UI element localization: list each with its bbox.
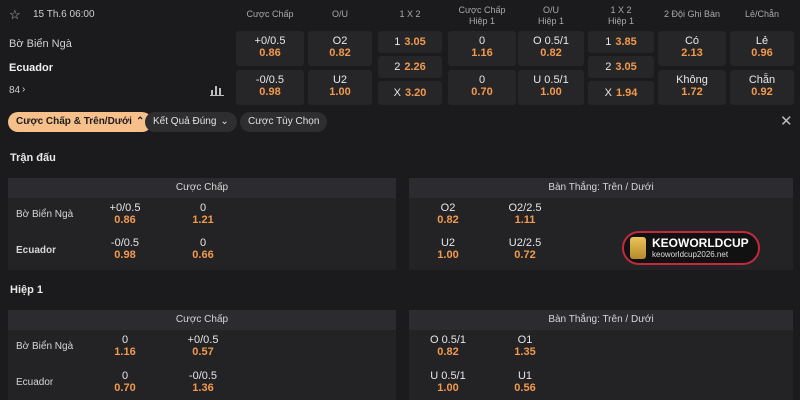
tab-custom-bet[interactable]: Cược Tùy Chọn	[240, 112, 328, 132]
more-markets-count[interactable]: 84	[9, 85, 20, 96]
odds-btts-yes[interactable]: Có 2.13	[658, 31, 726, 66]
odds-cell[interactable]: O1 1.35	[495, 334, 555, 358]
watermark-url: keoworldcup2026.net	[652, 249, 729, 259]
odds-cell[interactable]: 0 0.66	[173, 237, 233, 261]
col-handicap-h1: Cược Chấp Hiệp 1	[458, 5, 506, 26]
odds-cell[interactable]: 0 1.16	[95, 334, 155, 358]
col-oddeven: Lẻ/Chẵn	[744, 9, 780, 19]
odds-cell[interactable]: U1 0.56	[495, 370, 555, 394]
stats-icon[interactable]	[210, 84, 224, 96]
section-title-fulltime: Trận đấu	[10, 152, 56, 164]
away-team: Ecuador	[9, 62, 54, 74]
col-1x2-h1: 1 X 2 Hiệp 1	[607, 5, 634, 26]
odds-cell[interactable]: 0 0.70	[95, 370, 155, 394]
odds-cell[interactable]: U2 1.00	[418, 237, 478, 261]
odds-under-h1[interactable]: U 0.5/1 1.00	[518, 70, 584, 105]
col-1x2: 1 X 2	[399, 9, 421, 19]
chevron-down-icon: ⌄	[220, 116, 229, 127]
odds-cell[interactable]: -0/0.5 0.98	[95, 237, 155, 261]
odds-1x2-h1-draw[interactable]: X 1.94	[588, 81, 654, 105]
star-icon[interactable]: ☆	[9, 7, 21, 23]
odds-cell[interactable]: O2/2.5 1.11	[495, 202, 555, 226]
odds-cell[interactable]: -0/0.5 1.36	[173, 370, 233, 394]
panel-home-team: Bờ Biển Ngà	[16, 341, 74, 352]
panel-title: Cược Chấp	[8, 310, 396, 330]
odds-cell[interactable]: +0/0.5 0.86	[95, 202, 155, 226]
brand-watermark: KEOWORLDCUP keoworldcup2026.net	[622, 231, 760, 265]
odds-odd[interactable]: Lẻ 0.96	[730, 31, 794, 66]
odds-under[interactable]: U2 1.00	[308, 70, 372, 105]
odds-cell[interactable]: +0/0.5 0.57	[173, 334, 233, 358]
match-date: 15 Th.6 06:00	[33, 9, 95, 20]
chevron-right-icon[interactable]: ›	[22, 84, 25, 95]
odds-cell[interactable]: U 0.5/1 1.00	[418, 370, 478, 394]
odds-cell[interactable]: O2 0.82	[418, 202, 478, 226]
col-ou-h1: O/U Hiệp 1	[537, 5, 564, 26]
odds-1x2-draw[interactable]: X 3.20	[378, 81, 442, 105]
trophy-logo-icon	[630, 237, 646, 259]
odds-1x2-away[interactable]: 2 2.26	[378, 56, 442, 78]
odds-1x2-h1-away[interactable]: 2 3.05	[588, 56, 654, 78]
odds-handicap-home[interactable]: +0/0.5 0.86	[236, 31, 304, 66]
panel-handicap-half1: Cược Chấp Bờ Biển Ngà Ecuador 0 1.16 +0/0…	[8, 310, 396, 400]
odds-over-h1[interactable]: O 0.5/1 0.82	[518, 31, 584, 66]
col-handicap: Cược Chấp	[246, 9, 294, 19]
odds-1x2-home[interactable]: 1 3.05	[378, 31, 442, 53]
panel-ou-half1: Bàn Thắng: Trên / Dưới O 0.5/1 0.82 O1 1.3…	[409, 310, 793, 400]
close-icon[interactable]: ✕	[780, 112, 793, 130]
panel-home-team: Bờ Biển Ngà	[16, 209, 74, 220]
odds-cell[interactable]: 0 1.21	[173, 202, 233, 226]
odds-handicap-away[interactable]: -0/0.5 0.98	[236, 70, 304, 105]
panel-away-team: Ecuador	[16, 377, 54, 388]
odds-over[interactable]: O2 0.82	[308, 31, 372, 66]
tab-correct-score[interactable]: Kết Quả Đúng ⌄	[145, 112, 237, 132]
panel-title: Cược Chấp	[8, 178, 396, 198]
odds-btts-no[interactable]: Không 1.72	[658, 70, 726, 105]
odds-handicap-h1-home[interactable]: 0 1.16	[448, 31, 516, 66]
odds-1x2-h1-home[interactable]: 1 3.85	[588, 31, 654, 53]
odds-even[interactable]: Chẵn 0.92	[730, 70, 794, 105]
col-btts: 2 Đội Ghi Bàn	[663, 9, 721, 19]
home-team: Bờ Biển Ngà	[9, 38, 72, 50]
col-ou: O/U	[331, 9, 348, 19]
panel-handicap-fulltime: Cược Chấp Bờ Biển Ngà Ecuador +0/0.5 0.86…	[8, 178, 396, 270]
watermark-brand: KEOWORLDCUP	[652, 235, 749, 250]
odds-cell[interactable]: O 0.5/1 0.82	[418, 334, 478, 358]
panel-title: Bàn Thắng: Trên / Dưới	[409, 310, 793, 330]
chevron-up-icon: ⌃	[135, 116, 145, 127]
panel-title: Bàn Thắng: Trên / Dưới	[409, 178, 793, 198]
tab-handicap-ou[interactable]: Cược Chấp & Trên/Dưới ⌃	[8, 112, 153, 132]
panel-away-team: Ecuador	[16, 245, 57, 256]
section-title-half1: Hiệp 1	[10, 284, 44, 296]
odds-cell[interactable]: U2/2.5 0.72	[495, 237, 555, 261]
odds-handicap-h1-away[interactable]: 0 0.70	[448, 70, 516, 105]
